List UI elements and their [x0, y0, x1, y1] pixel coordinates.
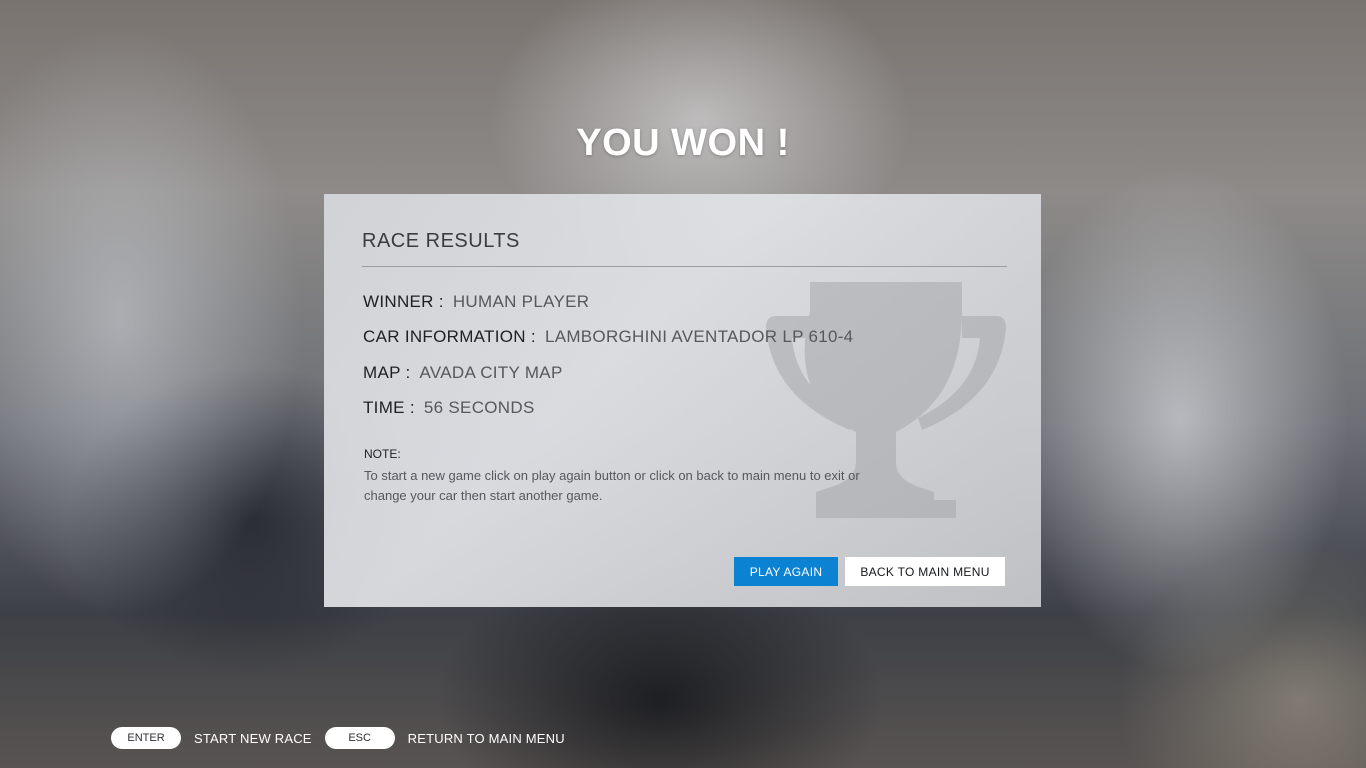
return-to-main-menu-hint: RETURN TO MAIN MENU	[407, 730, 565, 746]
note-text: To start a new game click on play again …	[364, 468, 860, 503]
car-info-row: CAR INFORMATION : LAMBORGHINI AVENTADOR …	[363, 327, 853, 347]
heading-divider	[362, 266, 1007, 267]
victory-title: YOU WON !	[576, 122, 790, 164]
time-label: TIME :	[363, 398, 415, 417]
key-hints-bar: ENTER START NEW RACE ESC RETURN TO MAIN …	[111, 727, 578, 749]
start-new-race-hint: START NEW RACE	[194, 730, 312, 746]
note-title: NOTE:	[364, 447, 401, 461]
play-again-button[interactable]: PLAY AGAIN	[734, 557, 838, 586]
map-value: AVADA CITY MAP	[419, 363, 563, 382]
esc-key-badge[interactable]: ESC	[324, 727, 395, 749]
panel-heading: RACE RESULTS	[362, 230, 520, 252]
time-value: 56 SECONDS	[423, 398, 535, 417]
map-label: MAP :	[363, 363, 411, 382]
time-row: TIME : 56 SECONDS	[363, 398, 535, 418]
car-info-value: LAMBORGHINI AVENTADOR LP 610-4	[544, 327, 854, 346]
car-info-label: CAR INFORMATION :	[363, 327, 536, 346]
enter-key-badge[interactable]: ENTER	[111, 727, 181, 749]
back-to-main-menu-button[interactable]: BACK TO MAIN MENU	[845, 557, 1005, 586]
map-row: MAP : AVADA CITY MAP	[363, 363, 563, 383]
winner-row: WINNER : HUMAN PLAYER	[363, 292, 589, 312]
race-results-panel: RACE RESULTS WINNER : HUMAN PLAYER CAR I…	[324, 194, 1041, 607]
winner-value: HUMAN PLAYER	[452, 292, 590, 311]
winner-label: WINNER :	[363, 292, 444, 311]
